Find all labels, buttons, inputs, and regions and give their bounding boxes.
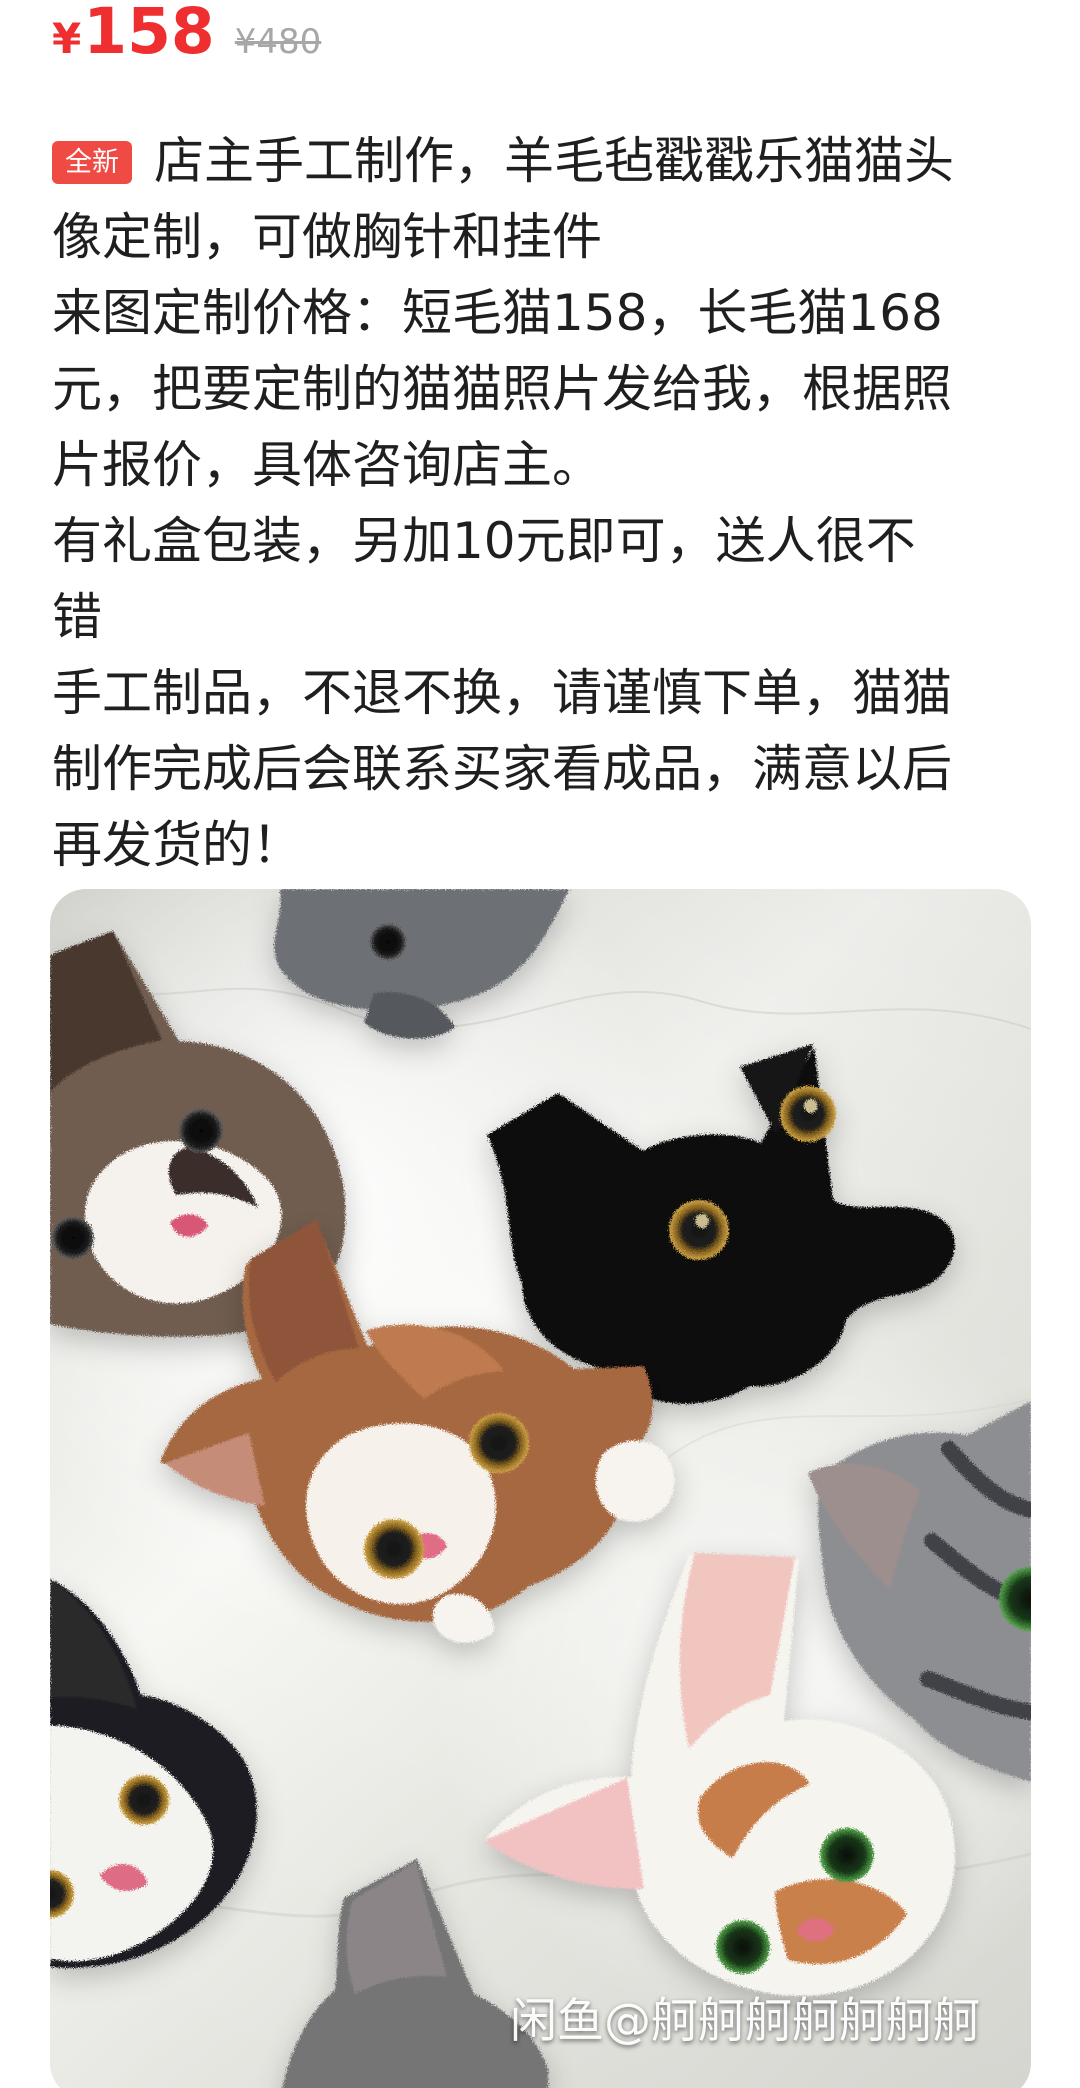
description-line: 有礼盒包装，另加10元即可，送人很不 — [52, 512, 916, 570]
description-line: 来图定制价格：短毛猫158，长毛猫168 — [52, 284, 943, 342]
product-photo[interactable] — [50, 889, 1031, 2088]
felt-cat-brooches-image — [50, 889, 1031, 2088]
image-watermark: 闲鱼@舸舸舸舸舸舸舸 — [510, 1994, 980, 2049]
original-price: ¥480 — [234, 22, 322, 62]
listing-description: 全新 店主手工制作，羊毛毡戳戳乐猫猫头 像定制，可做胸针和挂件 来图定制价格：短毛… — [52, 123, 1032, 883]
description-line: 元，把要定制的猫猫照片发给我，根据照 — [52, 360, 952, 418]
description-line: 制作完成后会联系买家看成品，满意以后 — [52, 740, 952, 798]
description-line: 片报价，具体咨询店主。 — [52, 436, 602, 494]
condition-badge: 全新 — [52, 141, 132, 184]
currency-symbol: ¥ — [52, 14, 82, 63]
description-line: 手工制品，不退不换，请谨慎下单，猫猫 — [52, 664, 952, 722]
description-line: 错 — [52, 588, 102, 646]
description-line-text: 店主手工制作，羊毛毡戳戳乐猫猫头 — [154, 132, 954, 190]
description-line: 全新 店主手工制作，羊毛毡戳戳乐猫猫头 — [52, 123, 1032, 199]
listing-detail-page: ¥ 158 ¥480 全新 店主手工制作，羊毛毡戳戳乐猫猫头 像定制，可做胸针和挂… — [0, 0, 1080, 2088]
description-line: 再发货的！ — [52, 816, 302, 874]
current-price: 158 — [83, 0, 215, 68]
description-line: 像定制，可做胸针和挂件 — [52, 208, 602, 266]
price-row: ¥ 158 ¥480 — [52, 0, 321, 82]
